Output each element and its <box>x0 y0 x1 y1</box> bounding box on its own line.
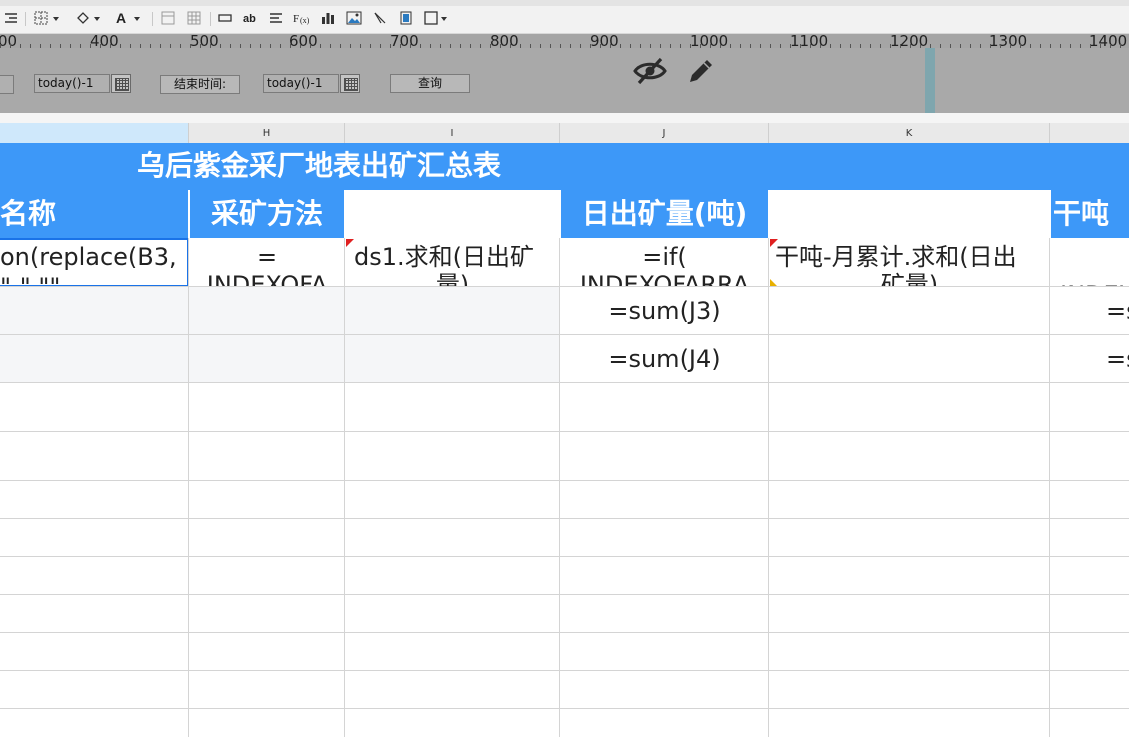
cell-h3-line2: INDEXOFA <box>206 271 328 287</box>
grid-vline <box>188 238 189 737</box>
sub-report-icon[interactable] <box>398 10 414 26</box>
label-ab-icon[interactable]: ab <box>242 10 260 26</box>
column-header-h[interactable]: H <box>189 123 345 143</box>
grid-hline <box>0 286 1129 287</box>
column-header-k[interactable]: K <box>769 123 1050 143</box>
ruler-label: 400 <box>90 34 119 48</box>
comment-marker-icon <box>770 239 778 247</box>
column-header-j[interactable]: J <box>560 123 769 143</box>
slash-line-icon[interactable] <box>372 10 388 26</box>
title-row[interactable]: 乌后紫金采厂地表出矿汇总表 <box>0 143 1129 190</box>
split-cells-icon[interactable] <box>186 10 202 26</box>
grid-hline <box>0 594 1129 595</box>
filter-marker-icon <box>770 279 777 286</box>
cell-k3[interactable]: 干吨-月累计.求和(日出 矿量) <box>769 238 1050 287</box>
ruler-label: 600 <box>289 34 318 48</box>
parameter-panel: today()-1 结束时间: today()-1 查询 <box>0 48 1129 114</box>
header-name[interactable]: 名称 <box>0 190 188 238</box>
cell-l3[interactable]: INDEX <box>1050 238 1129 287</box>
start-label-box <box>0 75 14 94</box>
formatting-toolbar: A ab F (x) <box>0 0 1129 34</box>
svg-text:(x): (x) <box>300 16 310 25</box>
column-header-bar: H I J K <box>0 123 1129 144</box>
cell-g5-merged[interactable] <box>0 335 560 383</box>
grid-hline <box>0 382 1129 383</box>
grid-hline <box>0 480 1129 481</box>
end-time-label: 结束时间: <box>160 75 240 94</box>
panel-scroll-handle[interactable] <box>925 48 935 113</box>
cell-l4[interactable]: =s <box>1050 287 1129 335</box>
align-right-icon[interactable] <box>3 10 19 26</box>
formula-icon[interactable]: F (x) <box>293 10 311 26</box>
grid-vline <box>1049 238 1050 737</box>
ruler-label: 1300 <box>989 34 1028 48</box>
column-header-i[interactable]: I <box>345 123 560 143</box>
column-header-g[interactable] <box>0 123 189 143</box>
paragraph-icon[interactable] <box>268 10 284 26</box>
cell-j3-line2: INDEXOFARRA <box>579 271 750 287</box>
cell-g4-merged[interactable] <box>0 287 560 335</box>
end-calendar-icon[interactable] <box>340 74 360 93</box>
cell-j3[interactable]: =if( INDEXOFARRA <box>560 238 769 287</box>
font-color-icon[interactable]: A <box>114 10 144 26</box>
pencil-icon[interactable] <box>686 56 716 86</box>
header-blank-i[interactable] <box>345 190 560 238</box>
text-field-icon[interactable] <box>217 10 233 26</box>
grid-vline <box>344 238 345 737</box>
grid-vline <box>559 238 560 737</box>
svg-text:ab: ab <box>243 13 256 25</box>
ruler-label: 800 <box>490 34 519 48</box>
grid-hline <box>0 334 1129 335</box>
grid-hline <box>0 632 1129 633</box>
ruler-label: 500 <box>190 34 219 48</box>
svg-text:F: F <box>293 13 299 25</box>
ruler-label: 1400 <box>1089 34 1128 48</box>
ruler-label: 00 <box>0 34 18 48</box>
grid-hline <box>0 708 1129 709</box>
merge-cells-icon[interactable] <box>160 10 176 26</box>
column-header-l[interactable] <box>1050 123 1129 143</box>
cell-k5[interactable] <box>769 335 1050 383</box>
header-blank-k[interactable] <box>769 190 1050 238</box>
horizontal-ruler: 00 400 500 600 700 800 900 1000 1100 1200 1300 1400 <box>0 34 1129 48</box>
frame-icon[interactable] <box>424 10 450 26</box>
ruler-label: 900 <box>590 34 619 48</box>
cell-h3[interactable]: = INDEXOFA <box>189 238 345 287</box>
border-icon[interactable] <box>33 10 63 26</box>
header-mining-method[interactable]: 采矿方法 <box>190 190 344 238</box>
cell-j5[interactable]: =sum(J4) <box>560 335 769 383</box>
header-dry-ton[interactable]: 干吨 <box>1051 190 1129 238</box>
comment-marker-icon <box>346 239 354 247</box>
eye-slash-icon[interactable] <box>633 56 667 86</box>
cell-i3[interactable]: ds1.求和(日出矿 量) <box>345 238 560 287</box>
grid-hline <box>0 431 1129 432</box>
grid-vline <box>768 238 769 737</box>
cell-g3-selected[interactable]: on(replace(B3, "-","" <box>0 238 189 287</box>
svg-text:A: A <box>116 11 126 25</box>
grid-hline <box>0 670 1129 671</box>
start-calendar-icon[interactable] <box>111 74 131 93</box>
cell-k4[interactable] <box>769 287 1050 335</box>
image-icon[interactable] <box>345 10 363 26</box>
report-title: 乌后紫金采厂地表出矿汇总表 <box>137 149 502 182</box>
cell-l5[interactable]: =s <box>1050 335 1129 383</box>
query-button[interactable]: 查询 <box>390 74 470 93</box>
sheet-grid: 乌后紫金采厂地表出矿汇总表 名称 采矿方法 日出矿量(吨) 干吨 on(repl… <box>0 143 1129 737</box>
fill-color-icon[interactable] <box>74 10 104 26</box>
grid-hline <box>0 518 1129 519</box>
ruler-label: 700 <box>390 34 419 48</box>
grid-hline <box>0 556 1129 557</box>
start-date-input[interactable]: today()-1 <box>34 74 110 93</box>
bar-chart-icon[interactable] <box>320 10 336 26</box>
end-date-input[interactable]: today()-1 <box>263 74 339 93</box>
cell-j4[interactable]: =sum(J3) <box>560 287 769 335</box>
header-daily-output[interactable]: 日出矿量(吨) <box>561 190 768 238</box>
